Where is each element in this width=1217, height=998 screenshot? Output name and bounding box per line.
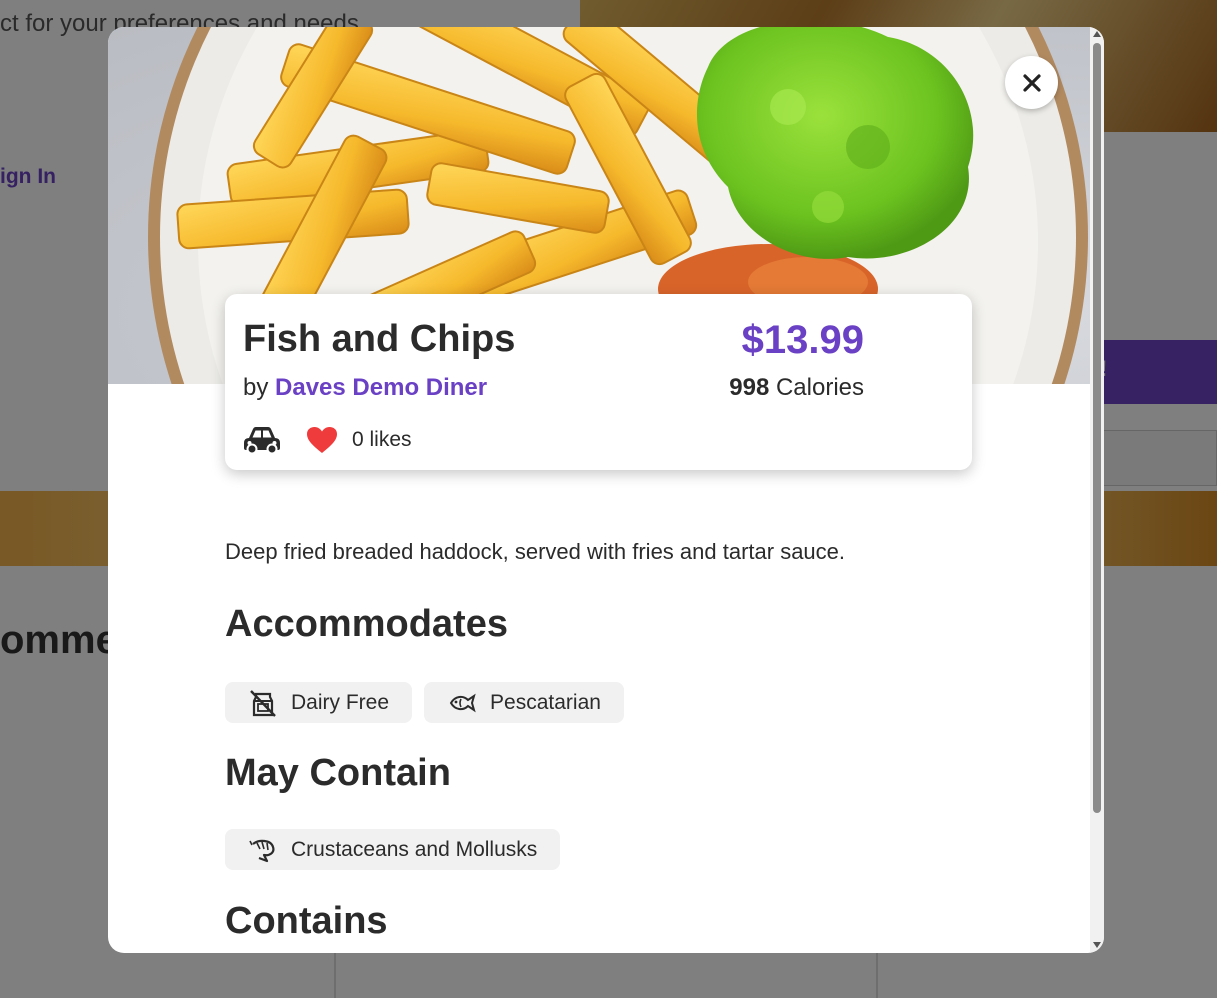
shrimp-icon: [249, 839, 275, 862]
dish-price: $13.99: [741, 318, 864, 362]
dish-info-card: Fish and Chips by Daves Demo Diner $13.9…: [225, 294, 972, 470]
contains-heading: Contains: [225, 900, 388, 942]
dish-calories: 998 Calories: [729, 374, 864, 402]
may-contain-heading: May Contain: [225, 752, 451, 794]
modal-scrollbar[interactable]: [1090, 27, 1104, 953]
accommodates-tags: Dairy Free Pescatarian: [225, 682, 624, 723]
tag-label: Dairy Free: [291, 690, 390, 714]
dish-byline: by Daves Demo Diner: [243, 374, 487, 402]
calories-value: 998: [729, 374, 770, 401]
calories-unit: Calories: [775, 374, 864, 401]
tag-pescatarian: Pescatarian: [424, 682, 624, 723]
no-dairy-icon: [250, 689, 276, 717]
byline-prefix: by: [243, 374, 269, 401]
close-icon: [1022, 73, 1041, 92]
likes-count: 0 likes: [352, 428, 412, 451]
close-button[interactable]: [1005, 56, 1058, 109]
may-contain-tags: Crustaceans and Mollusks: [225, 829, 561, 870]
scroll-up-arrow-icon[interactable]: [1093, 31, 1101, 37]
scroll-down-arrow-icon[interactable]: [1093, 942, 1101, 948]
car-icon: [244, 427, 280, 454]
scrollbar-thumb[interactable]: [1093, 43, 1101, 813]
tag-label: Crustaceans and Mollusks: [291, 837, 538, 861]
dish-detail-modal: Fish and Chips by Daves Demo Diner $13.9…: [108, 27, 1104, 953]
fish-icon: [449, 693, 476, 712]
accommodates-heading: Accommodates: [225, 603, 508, 645]
restaurant-link[interactable]: Daves Demo Diner: [275, 374, 487, 401]
tag-dairy-free: Dairy Free: [225, 682, 413, 723]
dish-title: Fish and Chips: [243, 318, 516, 360]
tag-crustaceans-mollusks: Crustaceans and Mollusks: [225, 829, 561, 870]
tag-label: Pescatarian: [490, 690, 601, 714]
heart-icon[interactable]: [306, 426, 338, 454]
dish-description: Deep fried breaded haddock, served with …: [225, 539, 846, 564]
